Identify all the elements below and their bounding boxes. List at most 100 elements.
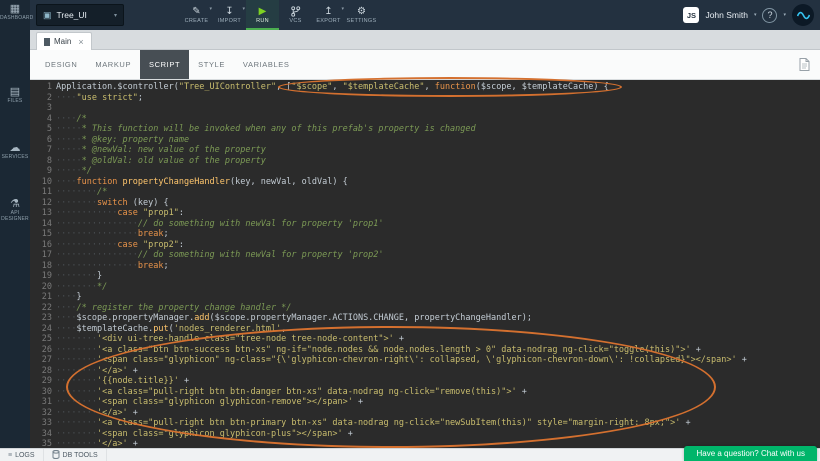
sidebar-item-api-designer[interactable]: ⚗ API DESIGNER bbox=[0, 198, 30, 222]
db-tools-label: DB TOOLS bbox=[63, 452, 98, 459]
avatar[interactable]: JS bbox=[683, 7, 699, 23]
tab-style[interactable]: STYLE bbox=[189, 50, 234, 79]
code-token: ···· bbox=[56, 93, 76, 103]
project-selector[interactable]: ▣ Tree_UI ▾ bbox=[36, 4, 124, 26]
line-number: 23 bbox=[30, 313, 52, 324]
line-number: 4 bbox=[30, 114, 52, 125]
code-line[interactable]: ········'</a>' + bbox=[56, 408, 820, 419]
logs-label: LOGS bbox=[15, 452, 34, 459]
code-line[interactable]: ····function propertyChangeHandler(key, … bbox=[56, 177, 820, 188]
code-token: ···· bbox=[56, 292, 76, 302]
code-line[interactable]: ············case "prop2": bbox=[56, 240, 820, 251]
code-line[interactable]: ·····* @key: property name bbox=[56, 135, 820, 146]
line-number: 10 bbox=[30, 177, 52, 188]
code-line[interactable]: ················// do something with new… bbox=[56, 219, 820, 230]
code-line[interactable]: ····/* bbox=[56, 114, 820, 125]
tab-variables[interactable]: VARIABLES bbox=[234, 50, 299, 79]
code-token: + bbox=[737, 355, 747, 365]
logs-button[interactable]: ≡ LOGS bbox=[0, 449, 44, 461]
code-line[interactable]: ········'<a class="pull-right btn btn-da… bbox=[56, 387, 820, 398]
code-line[interactable]: Application.$controller("Tree_UIControll… bbox=[56, 82, 820, 93]
files-icon: ▤ bbox=[0, 86, 30, 98]
code-line[interactable]: ····"use strict"; bbox=[56, 93, 820, 104]
code-token: ····· bbox=[56, 135, 82, 145]
line-number: 31 bbox=[30, 397, 52, 408]
line-number: 6 bbox=[30, 135, 52, 146]
code-line[interactable]: ········*/ bbox=[56, 282, 820, 293]
code-token: function bbox=[435, 82, 476, 92]
code-line[interactable]: ········'<span class="glyphicon" ng-clas… bbox=[56, 355, 820, 366]
code-line[interactable]: ········'<span class="glyphicon glyphico… bbox=[56, 397, 820, 408]
code-token: ; bbox=[138, 93, 143, 103]
code-line[interactable]: ········'<span class="glyphicon glyphico… bbox=[56, 429, 820, 440]
code-line[interactable]: ····} bbox=[56, 292, 820, 303]
line-number: 26 bbox=[30, 345, 52, 356]
code-line[interactable] bbox=[56, 103, 820, 114]
tab-markup[interactable]: MARKUP bbox=[86, 50, 140, 79]
code-token: "Tree_UIController" bbox=[179, 82, 276, 92]
code-token: ($scope.propertyManager.ACTIONS.CHANGE, … bbox=[210, 313, 532, 323]
page-tab-bar: Main × bbox=[30, 30, 820, 50]
code-line[interactable]: ········'</a>' + bbox=[56, 366, 820, 377]
code-token: ················ bbox=[56, 219, 138, 229]
sidebar-item-services[interactable]: ☁ SERVICES bbox=[0, 142, 30, 161]
code-token: '</a>' bbox=[97, 439, 128, 448]
code-line[interactable]: ············case "prop1": bbox=[56, 208, 820, 219]
code-line[interactable]: ········'<a class="btn btn-success btn-x… bbox=[56, 345, 820, 356]
chat-button[interactable]: Have a question? Chat with us bbox=[684, 446, 817, 461]
create-button[interactable]: ✎ ▾ CREATE bbox=[180, 0, 213, 30]
code-line[interactable]: ········/* bbox=[56, 187, 820, 198]
code-line[interactable]: ········'{{node.title}}' + bbox=[56, 376, 820, 387]
code-line[interactable]: ·····* @newVal: new value of the propert… bbox=[56, 145, 820, 156]
code-token: ················ bbox=[56, 261, 138, 271]
code-token: } bbox=[97, 271, 102, 281]
settings-label: SETTINGS bbox=[347, 18, 377, 24]
code-token: switch bbox=[97, 198, 128, 208]
sidebar-item-files[interactable]: ▤ FILES bbox=[0, 86, 30, 105]
run-icon: ▶ bbox=[259, 6, 267, 17]
export-button[interactable]: ↥ ▾ EXPORT bbox=[312, 0, 345, 30]
code-token: ···· bbox=[56, 303, 76, 313]
code-token: } bbox=[76, 292, 81, 302]
code-line[interactable]: ·····*/ bbox=[56, 166, 820, 177]
help-button[interactable]: ? bbox=[762, 8, 777, 23]
code-line[interactable]: ················break; bbox=[56, 261, 820, 272]
code-line[interactable]: ················break; bbox=[56, 229, 820, 240]
wavemaker-logo[interactable] bbox=[792, 4, 814, 26]
api-designer-icon: ⚗ bbox=[0, 198, 30, 210]
code-token: $templateCache. bbox=[76, 324, 153, 334]
line-number: 5 bbox=[30, 124, 52, 135]
code-token: ········ bbox=[56, 334, 97, 344]
code-line[interactable]: ····$templateCache.put('nodes_renderer.h… bbox=[56, 324, 820, 335]
code-token: + bbox=[128, 408, 138, 418]
code-line[interactable]: ················// do something with new… bbox=[56, 250, 820, 261]
sidebar-item-dashboard[interactable]: ▦ DASHBOARD bbox=[0, 3, 30, 22]
code-token: propertyChangeHandler bbox=[123, 177, 230, 187]
vcs-button[interactable]: VCS bbox=[279, 0, 312, 30]
tab-script[interactable]: SCRIPT bbox=[140, 50, 189, 79]
settings-button[interactable]: ⚙ SETTINGS bbox=[345, 0, 378, 30]
run-button[interactable]: ▶ RUN bbox=[246, 0, 279, 30]
code-line[interactable]: ·····* This function will be invoked whe… bbox=[56, 124, 820, 135]
close-icon[interactable]: × bbox=[78, 37, 83, 47]
code-line[interactable]: ····$scope.propertyManager.add($scope.pr… bbox=[56, 313, 820, 324]
db-tools-button[interactable]: DB TOOLS bbox=[44, 449, 107, 461]
code-line[interactable]: ········} bbox=[56, 271, 820, 282]
code-line[interactable]: ········'<a class="pull-right btn btn-pr… bbox=[56, 418, 820, 429]
file-icon[interactable] bbox=[799, 58, 810, 76]
code-line[interactable]: ········switch (key) { bbox=[56, 198, 820, 209]
code-editor[interactable]: 1234567891011121314151617181920212223242… bbox=[30, 80, 820, 448]
code-line[interactable]: ····/* register the property change hand… bbox=[56, 303, 820, 314]
tab-main[interactable]: Main × bbox=[36, 32, 92, 50]
line-number: 22 bbox=[30, 303, 52, 314]
tab-design[interactable]: DESIGN bbox=[36, 50, 86, 79]
code-line[interactable]: ·····* @oldVal: old value of the propert… bbox=[56, 156, 820, 167]
code-line[interactable]: ········'<div ui-tree-handle class="tree… bbox=[56, 334, 820, 345]
vcs-label: VCS bbox=[289, 18, 301, 24]
line-number: 8 bbox=[30, 156, 52, 167]
user-name[interactable]: John Smith bbox=[705, 10, 748, 20]
chevron-down-icon: ▾ bbox=[341, 6, 344, 12]
code-token: /* register the property change handler … bbox=[76, 303, 291, 313]
import-button[interactable]: ↧ ▾ IMPORT bbox=[213, 0, 246, 30]
main-toolbar: ✎ ▾ CREATE ↧ ▾ IMPORT ▶ RUN VCS ↥ ▾ EXPO… bbox=[180, 0, 378, 30]
